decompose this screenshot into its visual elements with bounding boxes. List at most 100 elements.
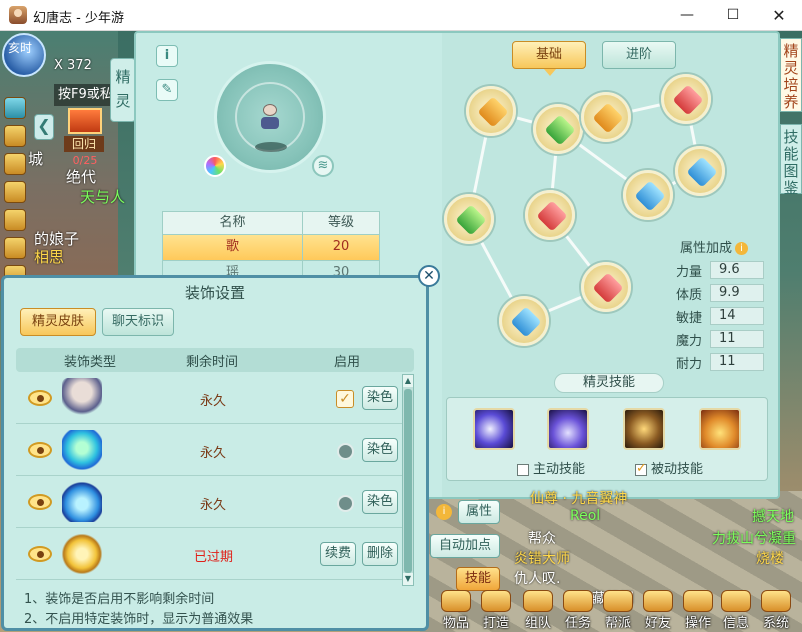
scroll-down-arrow[interactable]: ▼ [403, 573, 413, 585]
attr-info-icon[interactable]: i [735, 242, 749, 255]
tab-basic[interactable]: 基础 [512, 41, 586, 69]
tab-spirit-skin[interactable]: 精灵皮肤 [20, 308, 96, 336]
wing-skill-icon[interactable] [623, 408, 665, 450]
skill-node[interactable] [444, 194, 494, 244]
wind-icon[interactable]: ≋ [312, 155, 334, 177]
attr-value: 9.9 [710, 284, 764, 302]
menu-item-team[interactable]: 组队 [518, 590, 558, 631]
window-titlebar: 幻唐志 - 少年游 — ☐ ✕ [0, 0, 802, 31]
side-icon-column [4, 97, 28, 293]
skill-node[interactable] [499, 296, 549, 346]
eye-icon[interactable] [28, 494, 52, 510]
delete-button[interactable]: 删除 [362, 542, 398, 566]
eye-icon[interactable] [28, 546, 52, 562]
mask-icon[interactable] [4, 209, 26, 231]
menu-item-info[interactable]: 信息 [716, 590, 756, 631]
skill-node[interactable] [525, 190, 575, 240]
friends-icon [643, 590, 673, 612]
color-wheel-icon[interactable] [204, 155, 226, 177]
world-text-4: 相思 [34, 248, 65, 266]
flame-skill-icon[interactable] [699, 408, 741, 450]
menu-label: 帮派 [604, 616, 631, 631]
menu-item-system[interactable]: 系统 [756, 590, 796, 631]
menu-item-forge[interactable]: 打造 [476, 590, 516, 631]
dye-button[interactable]: 染色 [362, 490, 398, 514]
col-enable: 启用 [334, 355, 361, 370]
menu-item-quest[interactable]: 任务 [558, 590, 598, 631]
spirit-level: 20 [332, 239, 350, 254]
expand-up-icon[interactable] [4, 97, 26, 119]
maximize-button[interactable]: ☐ [710, 0, 756, 31]
operate-icon [683, 590, 713, 612]
app-icon [9, 6, 27, 24]
spirit-shadow [255, 142, 287, 152]
menu-item-friends[interactable]: 好友 [638, 590, 678, 631]
gold-icon[interactable] [4, 237, 26, 259]
hotkey-hint: 按F9或私 [54, 84, 114, 106]
scroll-up-arrow[interactable]: ▲ [403, 375, 413, 387]
dye-button[interactable]: 染色 [362, 386, 398, 410]
attr-row-constitution: 体质 9.9 [676, 284, 772, 303]
spirit-side-tab[interactable]: 精灵 [110, 58, 136, 122]
tab-advanced[interactable]: 进阶 [602, 41, 676, 69]
map-text-5: 帮众 [528, 531, 556, 547]
active-skill-checkbox[interactable] [517, 463, 529, 476]
decor-scrollbar[interactable]: ▲ ▼ [402, 374, 414, 586]
spirit-skills-title: 精灵技能 [554, 373, 664, 393]
skill-node[interactable] [581, 92, 631, 142]
tab-spirit-training[interactable]: 精灵培养 [780, 38, 802, 112]
skill-node[interactable] [675, 146, 725, 196]
edit-icon[interactable]: ✎ [156, 79, 178, 101]
system-icon [761, 590, 791, 612]
menu-item-guild[interactable]: 帮派 [598, 590, 638, 631]
menu-label: 系统 [762, 616, 789, 631]
tab-skill-codex[interactable]: 技能图鉴 [780, 124, 802, 197]
scroll-thumb[interactable] [404, 389, 412, 573]
storm-skill-icon[interactable] [547, 408, 589, 450]
note-1: 1、装饰是否启用不影响剩余时间 [24, 592, 215, 607]
return-event[interactable]: 回归 0/25 [64, 108, 106, 167]
passive-skill-checkbox[interactable] [635, 461, 647, 476]
menu-label: 组队 [524, 616, 551, 631]
skin-thumbnail [62, 378, 102, 418]
active-skill-filter[interactable]: 主动技能 [517, 458, 585, 477]
enable-radio[interactable] [337, 495, 354, 512]
enable-radio[interactable] [337, 443, 354, 460]
skill-node[interactable] [466, 86, 516, 136]
table-row[interactable]: 歌 20 [162, 235, 380, 261]
eye-icon[interactable] [28, 390, 52, 406]
minimize-button[interactable]: — [664, 0, 710, 31]
remaining-time: 永久 [200, 498, 227, 513]
info-icon[interactable]: i [156, 45, 178, 67]
anvil-icon [481, 590, 511, 612]
attribute-button[interactable]: 属性 [458, 500, 500, 524]
brush-icon[interactable] [4, 153, 26, 175]
attr-value: 14 [710, 307, 764, 325]
auto-allocate-button[interactable]: 自动加点 [430, 534, 500, 558]
eye-icon[interactable] [28, 442, 52, 458]
renew-button[interactable]: 续费 [320, 542, 356, 566]
lightning-skill-icon[interactable] [473, 408, 515, 450]
menu-item-operate[interactable]: 操作 [678, 590, 718, 631]
close-dialog-button[interactable]: ✕ [418, 265, 440, 287]
close-window-button[interactable]: ✕ [756, 0, 802, 31]
tab-chat-badge[interactable]: 聊天标识 [102, 308, 174, 336]
table-row: 永久 染色 [16, 426, 402, 476]
skill-node[interactable] [623, 170, 673, 220]
collapse-arrow-button[interactable]: ❮ [34, 114, 54, 140]
time-badge[interactable]: 亥时 [2, 33, 46, 77]
name-table-header: 名称 等级 [162, 211, 380, 235]
skill-button[interactable]: 技能 [456, 567, 500, 591]
skill-node[interactable] [533, 104, 583, 154]
skill-node[interactable] [581, 262, 631, 312]
menu-item-items[interactable]: 物品 [436, 590, 476, 631]
enable-checkbox[interactable]: ✓ [336, 390, 354, 408]
map-text-8: 仙尊 · 九音翼神 [530, 491, 628, 507]
attr-info-icon[interactable]: i [436, 504, 452, 520]
ranking-icon[interactable] [4, 181, 26, 203]
dye-button[interactable]: 染色 [362, 438, 398, 462]
passive-skill-filter[interactable]: 被动技能 [635, 458, 703, 477]
scroll-icon[interactable] [4, 125, 26, 147]
menu-label: 信息 [722, 616, 749, 631]
skill-node[interactable] [661, 74, 711, 124]
